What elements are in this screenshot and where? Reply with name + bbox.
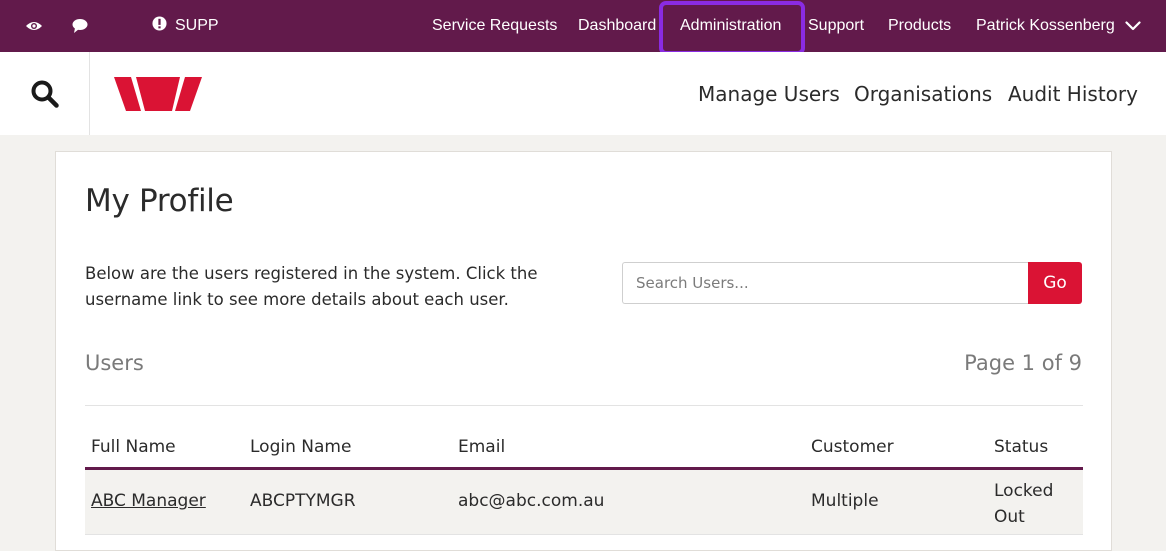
user-login-name: ABCPTYMGR [250,491,356,511]
topnav-dashboard[interactable]: Dashboard [578,0,656,52]
column-header-email[interactable]: Email [458,437,505,457]
topnav-support[interactable]: Support [808,0,864,52]
search-users-input[interactable] [622,262,1028,304]
column-header-status[interactable]: Status [994,437,1048,457]
column-header-full-name[interactable]: Full Name [91,437,176,457]
nav-manage-users[interactable]: Manage Users [698,52,840,135]
table-row: ABC Manager ABCPTYMGR abc@abc.com.au Mul… [85,470,1083,535]
section-divider [85,405,1083,406]
user-full-name-link[interactable]: ABC Manager [91,491,206,511]
profile-card: My Profile Below are the users registere… [55,151,1112,551]
user-email: abc@abc.com.au [458,491,605,511]
chevron-down-icon [1125,21,1141,31]
user-customer: Multiple [811,491,879,511]
top-bar: SUPP Service Requests Dashboard Administ… [0,0,1166,52]
topnav-administration[interactable]: Administration [680,0,781,52]
search-icon[interactable] [0,52,89,135]
user-name: Patrick Kossenberg [976,17,1115,34]
westpac-logo[interactable] [114,77,202,115]
column-header-login-name[interactable]: Login Name [250,437,351,457]
column-header-customer[interactable]: Customer [811,437,894,457]
intro-text: Below are the users registered in the sy… [85,264,538,309]
main-header: Manage Users Organisations Audit History [0,52,1166,135]
table-header: Full Name Login Name Email Customer Stat… [85,427,1083,470]
user-status: Locked Out [994,481,1054,527]
user-menu[interactable]: Patrick Kossenberg [976,0,1141,52]
page-title: My Profile [85,183,234,219]
pagination-label: Page 1 of 9 [964,351,1082,375]
nav-organisations[interactable]: Organisations [854,52,992,135]
nav-audit-history[interactable]: Audit History [1008,52,1138,135]
section-title: Users [85,351,144,375]
topnav-products[interactable]: Products [888,0,951,52]
topnav-service-requests[interactable]: Service Requests [432,0,557,52]
go-button[interactable]: Go [1028,262,1082,304]
header-divider [89,52,90,135]
